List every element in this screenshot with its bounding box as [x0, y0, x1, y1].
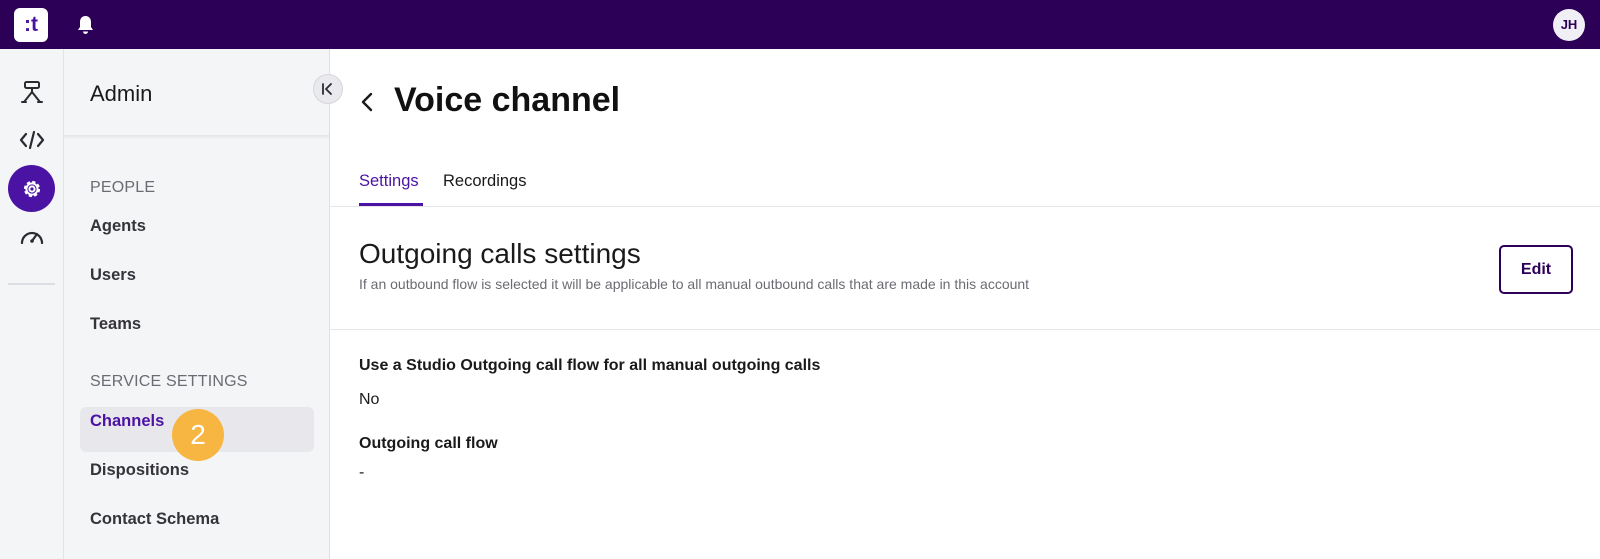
- sidebar-item-channels[interactable]: Channels: [90, 412, 164, 431]
- back-arrow-icon[interactable]: [358, 91, 378, 113]
- gauge-icon: [20, 231, 43, 244]
- section-divider: [330, 329, 1600, 330]
- top-bar: :t JH: [0, 0, 1600, 49]
- admin-sidebar: Admin PEOPLE Agents Users Teams SERVICE …: [64, 49, 330, 559]
- sidebar-item-contact-schema[interactable]: Contact Schema: [90, 510, 219, 529]
- app-logo[interactable]: :t: [14, 8, 48, 42]
- bell-icon[interactable]: [76, 15, 95, 35]
- tab-settings[interactable]: Settings: [359, 172, 419, 191]
- sidebar-item-users[interactable]: Users: [90, 266, 136, 285]
- field-label-use-studio-flow: Use a Studio Outgoing call flow for all …: [359, 357, 821, 374]
- field-label-outgoing-call-flow: Outgoing call flow: [359, 435, 498, 452]
- code-icon: [19, 130, 44, 149]
- edit-button[interactable]: Edit: [1499, 245, 1573, 294]
- sidebar-item-teams[interactable]: Teams: [90, 315, 141, 334]
- collapse-sidebar-button[interactable]: [313, 74, 343, 104]
- rail-item-admin[interactable]: [8, 165, 55, 212]
- gear-icon: [23, 180, 40, 197]
- rail-item-flows[interactable]: [8, 69, 55, 116]
- tabs-divider: [330, 206, 1600, 207]
- field-value-use-studio-flow: No: [359, 391, 380, 408]
- sidebar-title: Admin: [90, 81, 153, 106]
- section-label-people: PEOPLE: [90, 179, 156, 196]
- sidebar-item-dispositions[interactable]: Dispositions: [90, 461, 189, 480]
- section-description: If an outbound flow is selected it will …: [359, 276, 1030, 292]
- rail-item-developer[interactable]: [8, 116, 55, 163]
- sidebar-item-agents[interactable]: Agents: [90, 217, 146, 236]
- page-title: Voice channel: [394, 81, 621, 119]
- rail-divider: [8, 283, 55, 285]
- collapse-left-icon: [322, 83, 332, 95]
- flow-icon: [20, 80, 43, 103]
- sidebar-scroll-shadow: [64, 135, 329, 139]
- main-content: Voice channel Settings Recordings Outgoi…: [330, 49, 1600, 559]
- user-avatar[interactable]: JH: [1553, 9, 1585, 41]
- tab-recordings[interactable]: Recordings: [443, 172, 526, 191]
- rail-item-analytics[interactable]: [8, 212, 55, 259]
- field-value-outgoing-call-flow: -: [359, 464, 365, 481]
- section-title: Outgoing calls settings: [359, 238, 641, 269]
- section-label-service-settings: SERVICE SETTINGS: [90, 373, 248, 390]
- app-rail: [0, 49, 64, 559]
- step-badge: 2: [172, 409, 224, 461]
